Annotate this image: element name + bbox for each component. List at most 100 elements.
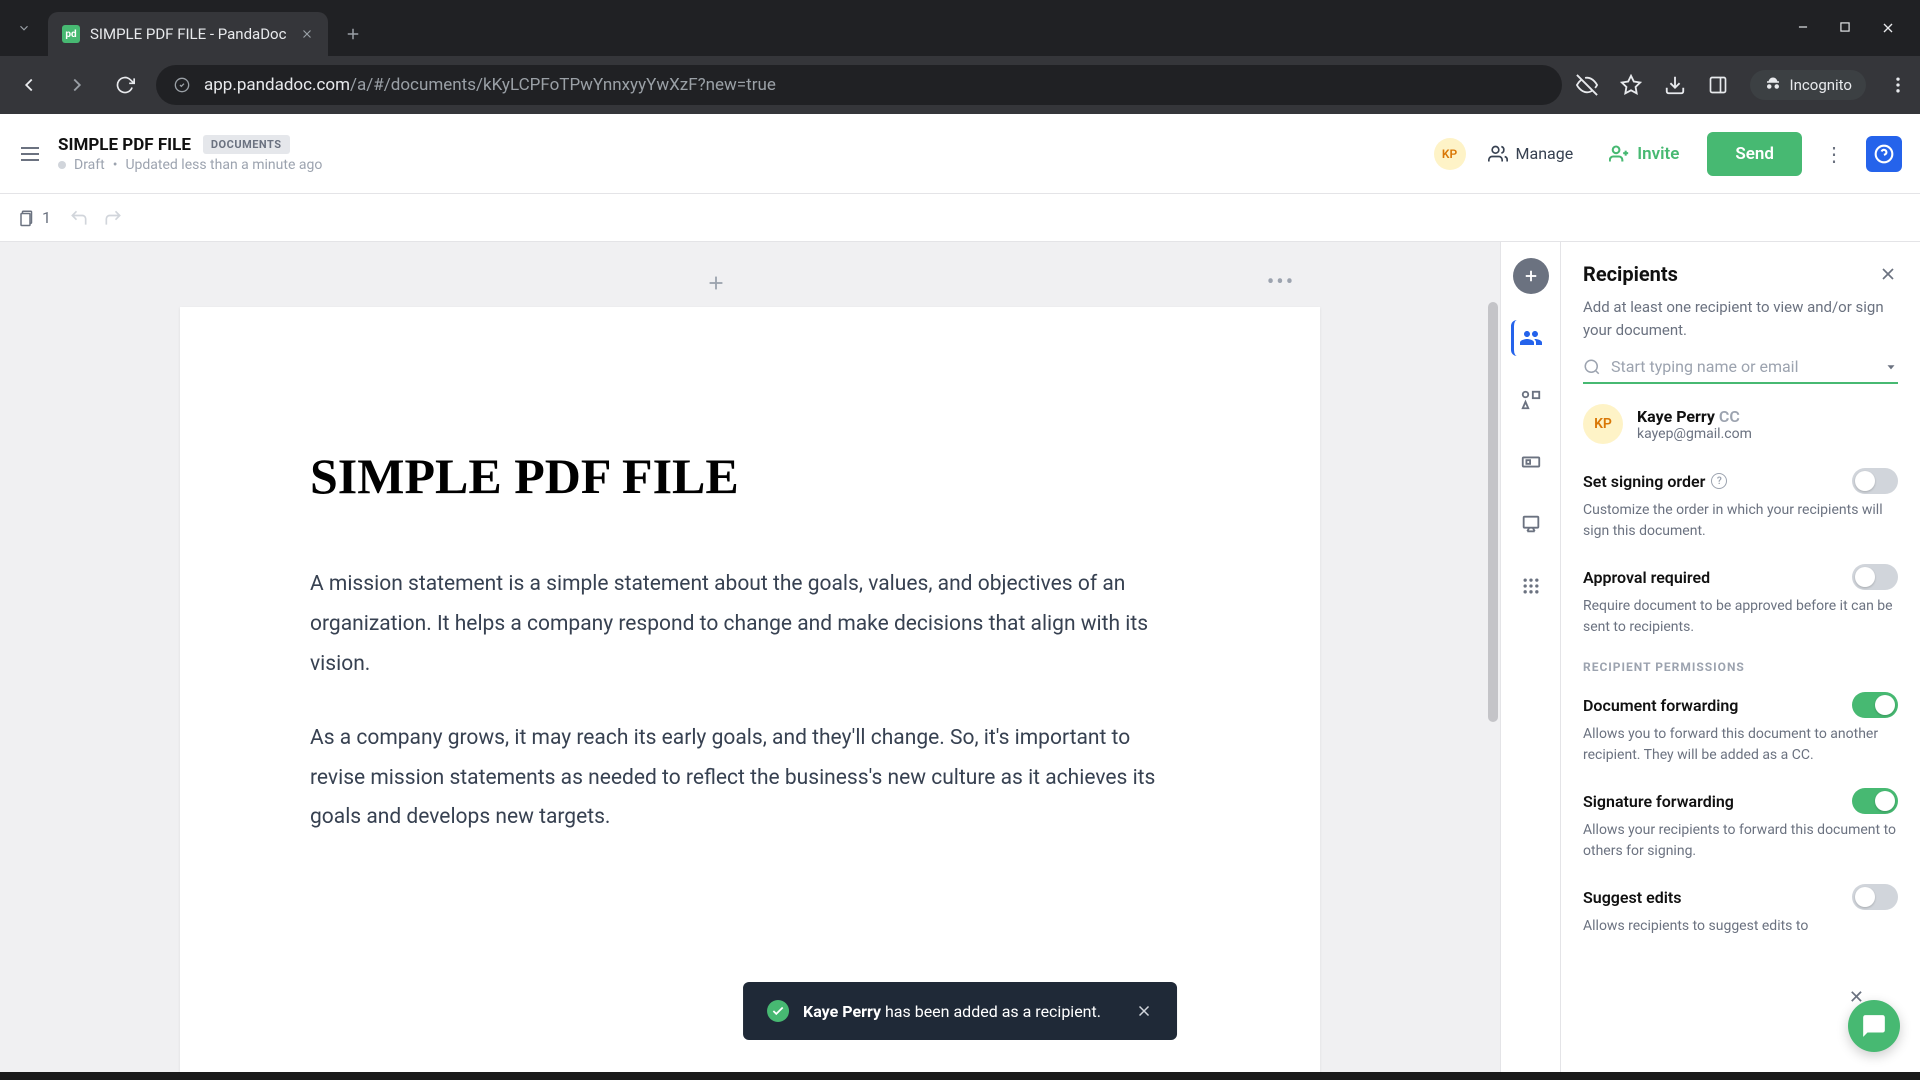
browser-menu-icon[interactable] bbox=[1888, 75, 1908, 95]
approval-required-desc: Require document to be approved before i… bbox=[1583, 596, 1898, 638]
maximize-button[interactable] bbox=[1838, 20, 1852, 36]
approval-required-toggle[interactable] bbox=[1852, 564, 1898, 590]
info-icon[interactable]: ? bbox=[1711, 473, 1727, 489]
doc-forwarding-toggle[interactable] bbox=[1852, 692, 1898, 718]
add-block-button[interactable] bbox=[705, 272, 727, 294]
document-canvas[interactable]: ••• SIMPLE PDF FILE A mission statement … bbox=[0, 242, 1500, 1080]
smart-content-icon[interactable] bbox=[1513, 506, 1549, 542]
address-bar[interactable]: app.pandadoc.com/a/#/documents/kKyLCPFoT… bbox=[156, 65, 1562, 105]
suggest-edits-toggle[interactable] bbox=[1852, 884, 1898, 910]
search-icon bbox=[1583, 358, 1601, 376]
doc-forwarding-desc: Allows you to forward this document to a… bbox=[1583, 724, 1898, 766]
menu-hamburger-icon[interactable] bbox=[18, 142, 42, 166]
pages-icon bbox=[18, 209, 36, 227]
recipient-role-badge: CC bbox=[1719, 407, 1740, 426]
document-page[interactable]: SIMPLE PDF FILE A mission statement is a… bbox=[180, 307, 1320, 1080]
send-button[interactable]: Send bbox=[1707, 132, 1802, 176]
signing-order-toggle[interactable] bbox=[1852, 468, 1898, 494]
recipients-icon[interactable] bbox=[1511, 320, 1547, 356]
invite-plus-icon bbox=[1609, 144, 1629, 164]
toast-notification: Kaye Perry has been added as a recipient… bbox=[743, 982, 1177, 1040]
suggest-edits-desc: Allows recipients to suggest edits to bbox=[1583, 916, 1898, 937]
browser-tab-strip: pd SIMPLE PDF FILE - PandaDoc bbox=[0, 0, 1920, 56]
block-more-button[interactable]: ••• bbox=[1267, 270, 1295, 295]
recipient-search[interactable] bbox=[1583, 357, 1898, 384]
toast-message: has been added as a recipient. bbox=[881, 1002, 1101, 1021]
redo-button[interactable] bbox=[103, 208, 123, 228]
right-tool-rail bbox=[1500, 242, 1560, 1080]
recipient-avatar: KP bbox=[1583, 404, 1623, 444]
page-count-value: 1 bbox=[42, 208, 51, 227]
document-paragraph: As a company grows, it may reach its ear… bbox=[310, 719, 1190, 839]
url-text: app.pandadoc.com/a/#/documents/kKyLCPFoT… bbox=[204, 75, 776, 95]
incognito-label: Incognito bbox=[1790, 76, 1852, 94]
chat-widget-button[interactable] bbox=[1848, 1000, 1900, 1052]
page-count-button[interactable]: 1 bbox=[18, 208, 51, 227]
eye-blocked-icon[interactable] bbox=[1576, 74, 1598, 96]
forward-button[interactable] bbox=[60, 74, 94, 96]
recipient-name: Kaye Perry bbox=[1637, 407, 1715, 426]
signing-order-desc: Customize the order in which your recipi… bbox=[1583, 500, 1898, 542]
signing-order-label: Set signing order? bbox=[1583, 472, 1727, 491]
toast-name: Kaye Perry bbox=[803, 1002, 881, 1021]
close-panel-icon[interactable] bbox=[1878, 264, 1898, 284]
back-button[interactable] bbox=[12, 74, 46, 96]
window-controls bbox=[1796, 20, 1920, 36]
variables-icon[interactable] bbox=[1513, 382, 1549, 418]
status-label: Draft bbox=[74, 157, 105, 173]
sig-forwarding-label: Signature forwarding bbox=[1583, 792, 1734, 811]
approval-required-label: Approval required bbox=[1583, 568, 1710, 587]
site-info-icon[interactable] bbox=[174, 77, 190, 93]
user-avatar[interactable]: KP bbox=[1434, 138, 1466, 170]
invite-button[interactable]: Invite bbox=[1595, 136, 1693, 172]
tab-search-dropdown[interactable] bbox=[0, 21, 48, 35]
toast-success-icon bbox=[767, 1000, 789, 1022]
status-dot-icon bbox=[58, 161, 66, 169]
os-taskbar bbox=[0, 1072, 1920, 1080]
recipients-panel: Recipients Add at least one recipient to… bbox=[1560, 242, 1920, 1080]
more-actions-button[interactable]: ⋮ bbox=[1816, 142, 1852, 166]
document-type-badge: DOCUMENTS bbox=[203, 135, 290, 154]
chat-icon bbox=[1861, 1013, 1887, 1039]
content-block-icon[interactable] bbox=[1513, 444, 1549, 480]
downloads-icon[interactable] bbox=[1664, 74, 1686, 96]
manage-label: Manage bbox=[1516, 144, 1574, 163]
bookmark-star-icon[interactable] bbox=[1620, 74, 1642, 96]
reload-button[interactable] bbox=[108, 75, 142, 95]
app-header: SIMPLE PDF FILE DOCUMENTS Draft • Update… bbox=[0, 114, 1920, 194]
incognito-badge[interactable]: Incognito bbox=[1750, 70, 1866, 100]
document-title[interactable]: SIMPLE PDF FILE bbox=[58, 135, 191, 155]
panel-title: Recipients bbox=[1583, 262, 1678, 286]
panel-subtitle: Add at least one recipient to view and/o… bbox=[1583, 296, 1898, 341]
side-panel-icon[interactable] bbox=[1708, 75, 1728, 95]
recipient-search-input[interactable] bbox=[1611, 357, 1874, 376]
people-icon bbox=[1488, 144, 1508, 164]
minimize-button[interactable] bbox=[1796, 20, 1810, 36]
document-paragraph: A mission statement is a simple statemen… bbox=[310, 565, 1190, 685]
apps-grid-icon[interactable] bbox=[1513, 568, 1549, 604]
pandadoc-favicon: pd bbox=[62, 25, 80, 43]
undo-button[interactable] bbox=[69, 208, 89, 228]
incognito-icon bbox=[1764, 76, 1782, 94]
manage-button[interactable]: Manage bbox=[1480, 144, 1582, 164]
sig-forwarding-desc: Allows your recipients to forward this d… bbox=[1583, 820, 1898, 862]
toast-close-icon[interactable] bbox=[1135, 1002, 1153, 1020]
browser-tab[interactable]: pd SIMPLE PDF FILE - PandaDoc bbox=[48, 12, 328, 56]
close-window-button[interactable] bbox=[1880, 20, 1896, 36]
sig-forwarding-toggle[interactable] bbox=[1852, 788, 1898, 814]
recipient-item[interactable]: KP Kaye Perry CC kayep@gmail.com bbox=[1583, 404, 1898, 444]
new-tab-button[interactable] bbox=[344, 25, 362, 43]
recipient-email: kayep@gmail.com bbox=[1637, 426, 1752, 442]
document-heading: SIMPLE PDF FILE bbox=[310, 447, 1190, 505]
doc-forwarding-label: Document forwarding bbox=[1583, 696, 1738, 715]
add-content-icon[interactable] bbox=[1513, 258, 1549, 294]
dropdown-caret-icon[interactable] bbox=[1884, 360, 1898, 374]
help-button[interactable] bbox=[1866, 136, 1902, 172]
browser-toolbar: app.pandadoc.com/a/#/documents/kKyLCPFoT… bbox=[0, 56, 1920, 114]
help-icon bbox=[1874, 144, 1894, 164]
close-tab-icon[interactable] bbox=[300, 27, 314, 41]
app-toolbar: 1 bbox=[0, 194, 1920, 242]
suggest-edits-label: Suggest edits bbox=[1583, 888, 1681, 907]
invite-label: Invite bbox=[1637, 144, 1679, 164]
scrollbar-thumb[interactable] bbox=[1488, 302, 1498, 722]
